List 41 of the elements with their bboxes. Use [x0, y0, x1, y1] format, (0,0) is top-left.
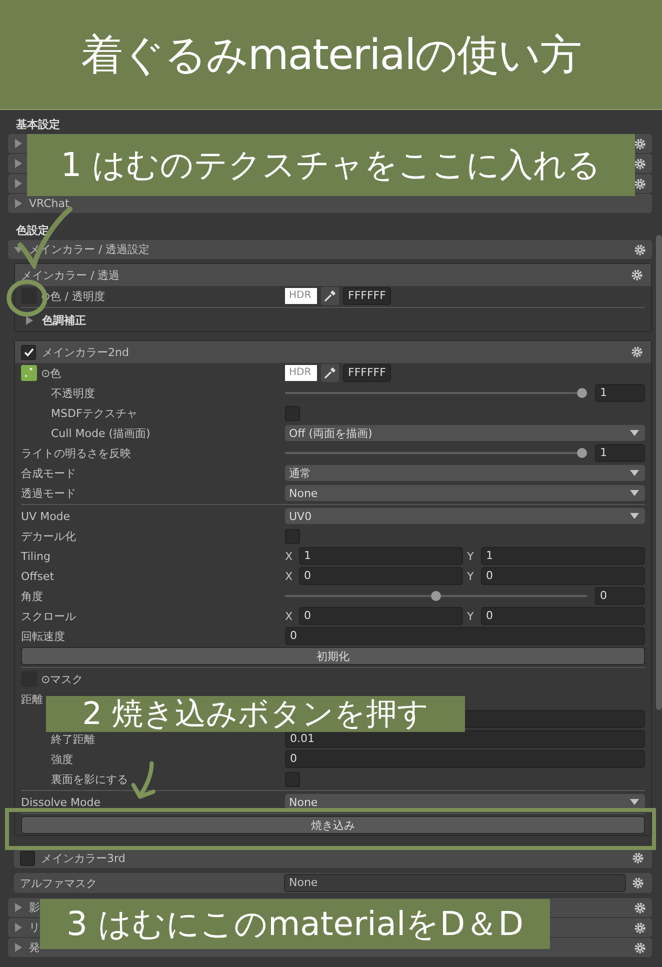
foldout-label: 発	[29, 940, 40, 955]
section-title: 基本設定	[15, 117, 61, 133]
property-label: Dissolve Mode	[21, 796, 101, 808]
property-label: 裏面を影にする	[51, 772, 128, 786]
property-label: ⊙色	[41, 366, 62, 380]
banner-title: 着ぐるみmaterialの使い方	[80, 28, 582, 80]
property-label: 角度	[21, 588, 43, 604]
property-label: UV Mode	[21, 510, 70, 522]
foldout-label: 影	[29, 900, 40, 915]
box-title: メインカラー2nd	[42, 344, 129, 360]
foldout-label: VRChat	[29, 197, 70, 210]
property-label: ライトの明るさを反映	[21, 446, 131, 460]
box-title: メインカラー / 透過	[21, 268, 120, 282]
caption-overlay: 2 焼き込みボタンを押す	[46, 696, 465, 732]
foldout-label: メインカラー / 透過設定	[29, 242, 150, 257]
axis-label: Y	[467, 550, 475, 562]
section-title: 色設定	[15, 223, 50, 239]
caption-overlay: 3 はむにこのmaterialをD＆D	[40, 899, 550, 949]
property-label: 距離	[21, 692, 43, 706]
property-label: 透過モード	[21, 486, 76, 500]
property-label: ⊙マスク	[41, 672, 84, 686]
property-label: MSDFテクスチャ	[51, 406, 138, 420]
property-label: デカール化	[21, 528, 76, 544]
axis-label: X	[285, 570, 294, 582]
property-label: 合成モード	[21, 466, 76, 480]
property-label: Offset	[21, 570, 54, 582]
foldout-label: リ	[29, 920, 40, 935]
property-label: 回転速度	[21, 628, 65, 644]
box-title: メインカラー3rd	[41, 850, 126, 866]
axis-label: X	[285, 550, 294, 562]
property-label: Tiling	[21, 550, 51, 562]
caption-overlay: 1 はむのテクスチャをここに入れる	[27, 134, 635, 196]
property-label: Cull Mode (描画面)	[51, 426, 150, 440]
property-label: 不透明度	[51, 386, 95, 400]
property-label: スクロール	[21, 608, 76, 624]
property-label: 強度	[51, 752, 73, 766]
axis-label: X	[285, 610, 294, 622]
axis-label: Y	[467, 610, 475, 622]
property-label: 終了距離	[51, 732, 95, 746]
property-label: アルファマスク	[20, 876, 98, 890]
axis-label: Y	[467, 570, 475, 582]
